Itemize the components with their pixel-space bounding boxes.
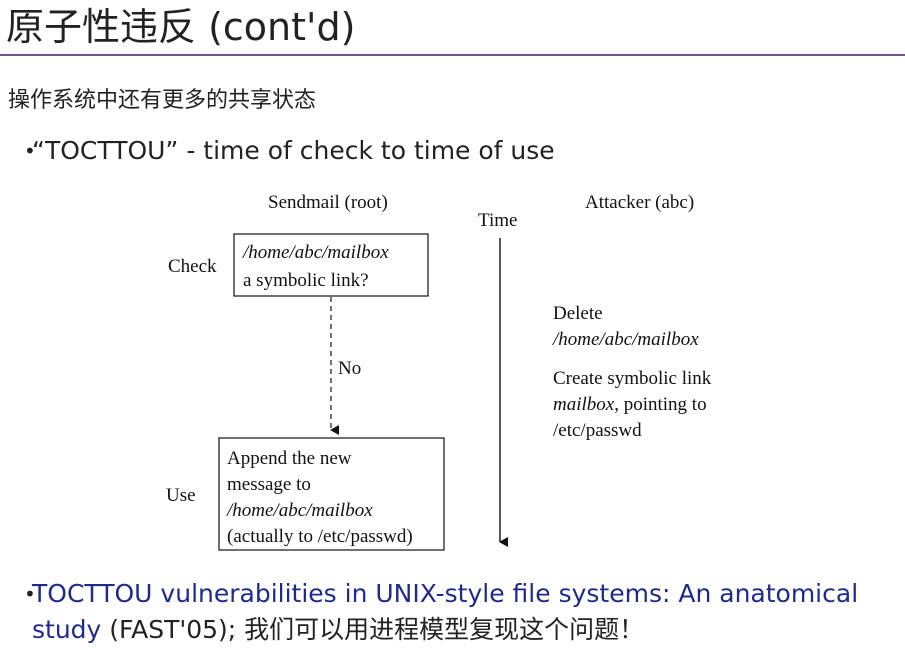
attacker-create-line2: mailbox, pointing to <box>553 394 707 415</box>
attacker-create-mailbox: mailbox <box>553 394 615 415</box>
check-box-question: a symbolic link? <box>243 270 369 291</box>
use-box-line3: /home/abc/mailbox <box>226 500 373 521</box>
attacker-delete: Delete <box>553 303 603 324</box>
attacker-delete-path: /home/abc/mailbox <box>552 329 699 350</box>
use-box-line4: (actually to /etc/passwd) <box>227 526 413 547</box>
use-box-line1: Append the new <box>227 448 352 469</box>
attacker-column-label: Attacker (abc) <box>585 192 694 213</box>
time-label: Time <box>478 210 517 231</box>
check-label: Check <box>168 256 217 277</box>
use-label: Use <box>166 485 196 506</box>
attacker-create-pointing: , pointing to <box>614 394 706 415</box>
bullet-dot: • <box>24 582 36 606</box>
reference-suffix: (FAST'05); 我们可以用进程模型复现这个问题！ <box>101 615 645 644</box>
attacker-create-line1: Create symbolic link <box>553 368 712 389</box>
use-box-line2: message to <box>227 474 311 495</box>
no-label: No <box>338 358 361 379</box>
check-box-path: /home/abc/mailbox <box>242 242 389 263</box>
bullet-reference: • TOCTTOU vulnerabilities in UNIX-style … <box>24 576 902 648</box>
sendmail-column-label: Sendmail (root) <box>268 192 388 213</box>
tocttou-diagram: Sendmail (root) Time Attacker (abc) Chec… <box>166 192 712 551</box>
attacker-create-line3: /etc/passwd <box>553 420 642 441</box>
